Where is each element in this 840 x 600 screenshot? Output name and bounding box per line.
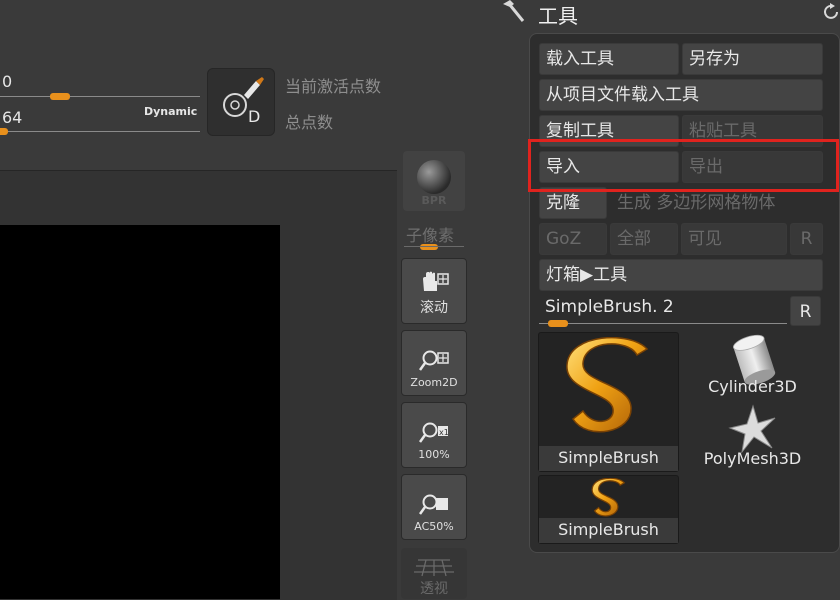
thumb-label: SimpleBrush [539,446,678,471]
save-as-button[interactable]: 另存为 [682,43,823,75]
tool-thumb-simplebrush-small[interactable]: SimpleBrush [538,475,679,544]
r-button-dim[interactable]: R [790,223,823,255]
reset-icon[interactable] [824,3,840,21]
actual-size-label: 100% [418,448,450,461]
visible-button[interactable]: 可见 [681,223,787,255]
ac50-button[interactable]: AC50% [401,474,467,540]
tool-panel-title[interactable]: 工具 [538,0,578,29]
scroll-label: 滚动 [420,300,448,316]
slider-thumb-2[interactable] [0,128,8,135]
sphere-icon [417,160,451,194]
bpr-button[interactable]: BPR [403,151,465,211]
hammer-icon[interactable] [500,0,526,24]
highlight-box [528,139,839,192]
dynamic-brush-icon [223,77,264,117]
zoom2d-label: Zoom2D [410,376,458,389]
lightbox-tools-button[interactable]: 灯箱▶工具 [539,259,823,291]
goz-button[interactable]: GoZ [539,223,607,255]
subpixel-slider-thumb[interactable] [420,244,438,250]
actual-size-button[interactable]: x1 100% [401,402,467,468]
dynamic-letter: D [248,107,261,126]
subpixel-slider-track[interactable] [404,246,464,247]
subpixel-label: 子像素 [406,226,455,245]
perspective-grid-icon [414,559,454,577]
bpr-label: BPR [421,194,447,207]
zoom-magnifier-icon [419,350,449,371]
tool-panel: 载入工具 另存为 从项目文件载入工具 复制工具 粘贴工具 导入 导出 克隆 生成… [529,33,840,553]
slider-track-1[interactable] [0,96,200,97]
total-points-label: 总点数 [285,113,334,132]
simplebrush-s-icon [565,337,648,433]
slider-value-2: 64 [2,108,23,127]
document-canvas[interactable] [0,225,280,599]
slider-value-1: 0 [2,72,13,91]
perspective-label: 透视 [420,581,448,597]
zoom-half-icon [419,494,448,515]
ac50-label: AC50% [414,520,454,533]
hand-move-icon [423,271,449,291]
perspective-button[interactable]: 透视 [401,548,467,599]
thumb-label: PolyMesh3D [703,449,802,468]
load-from-project-button[interactable]: 从项目文件载入工具 [539,79,823,111]
zoom2d-button[interactable]: Zoom2D [401,330,467,396]
svg-text:x1: x1 [439,428,449,437]
thumb-label: SimpleBrush [539,518,678,543]
zoom-actual-icon: x1 [419,422,449,443]
current-tool-slider-track[interactable] [539,323,787,324]
dynamic-label[interactable]: Dynamic [144,105,197,118]
all-button[interactable]: 全部 [610,223,678,255]
active-points-label: 当前激活点数 [285,77,382,96]
dynamic-subdiv-button[interactable]: D [207,68,275,136]
thumb-label: Cylinder3D [708,377,797,396]
star-mesh-icon [728,404,776,454]
simplebrush-s-small-icon [591,478,625,517]
current-tool-slider-thumb[interactable] [548,320,568,327]
tool-thumb-polymesh3d[interactable]: PolyMesh3D [682,404,823,472]
tool-thumb-simplebrush-large[interactable]: SimpleBrush [538,332,679,472]
tool-thumb-cylinder3d[interactable]: Cylinder3D [682,332,823,400]
slider-track-2[interactable] [0,131,200,132]
load-tool-button[interactable]: 载入工具 [539,43,679,75]
scroll-button[interactable]: 滚动 [401,258,467,324]
current-tool-name: SimpleBrush. 2 [545,297,674,317]
slider-thumb-1[interactable] [50,93,70,100]
r-button[interactable]: R [790,296,821,326]
